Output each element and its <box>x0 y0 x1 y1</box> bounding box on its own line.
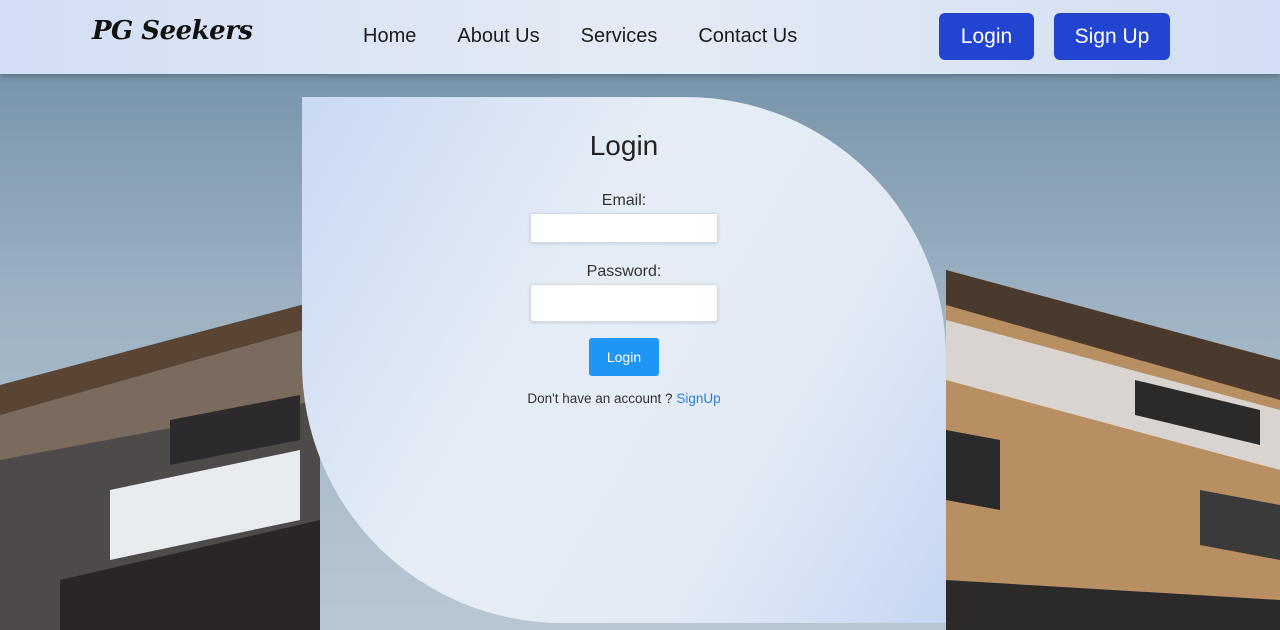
navbar: PG Seekers Home About Us Services Contac… <box>0 0 1280 74</box>
nav-links: Home About Us Services Contact Us <box>363 25 838 48</box>
email-input[interactable] <box>530 213 718 243</box>
nav-link-home[interactable]: Home <box>363 25 416 48</box>
nav-link-services[interactable]: Services <box>581 25 658 48</box>
no-account-text: Don't have an account ? <box>527 391 677 406</box>
site-logo[interactable]: PG Seekers <box>92 16 253 46</box>
password-label: Password: <box>586 263 662 280</box>
login-title: Login <box>589 130 659 161</box>
nav-link-contact-us[interactable]: Contact Us <box>698 25 797 48</box>
nav-signup-button[interactable]: Sign Up <box>1054 13 1170 60</box>
login-submit-button[interactable]: Login <box>589 338 659 376</box>
password-input[interactable] <box>530 284 718 322</box>
login-card: Login Email: Password: Login Don't have … <box>302 97 946 623</box>
signup-prompt: Don't have an account ? SignUp <box>302 391 946 406</box>
signup-link[interactable]: SignUp <box>676 391 720 406</box>
nav-link-about-us[interactable]: About Us <box>457 25 539 48</box>
nav-login-button[interactable]: Login <box>939 13 1034 60</box>
email-label: Email: <box>601 192 647 209</box>
